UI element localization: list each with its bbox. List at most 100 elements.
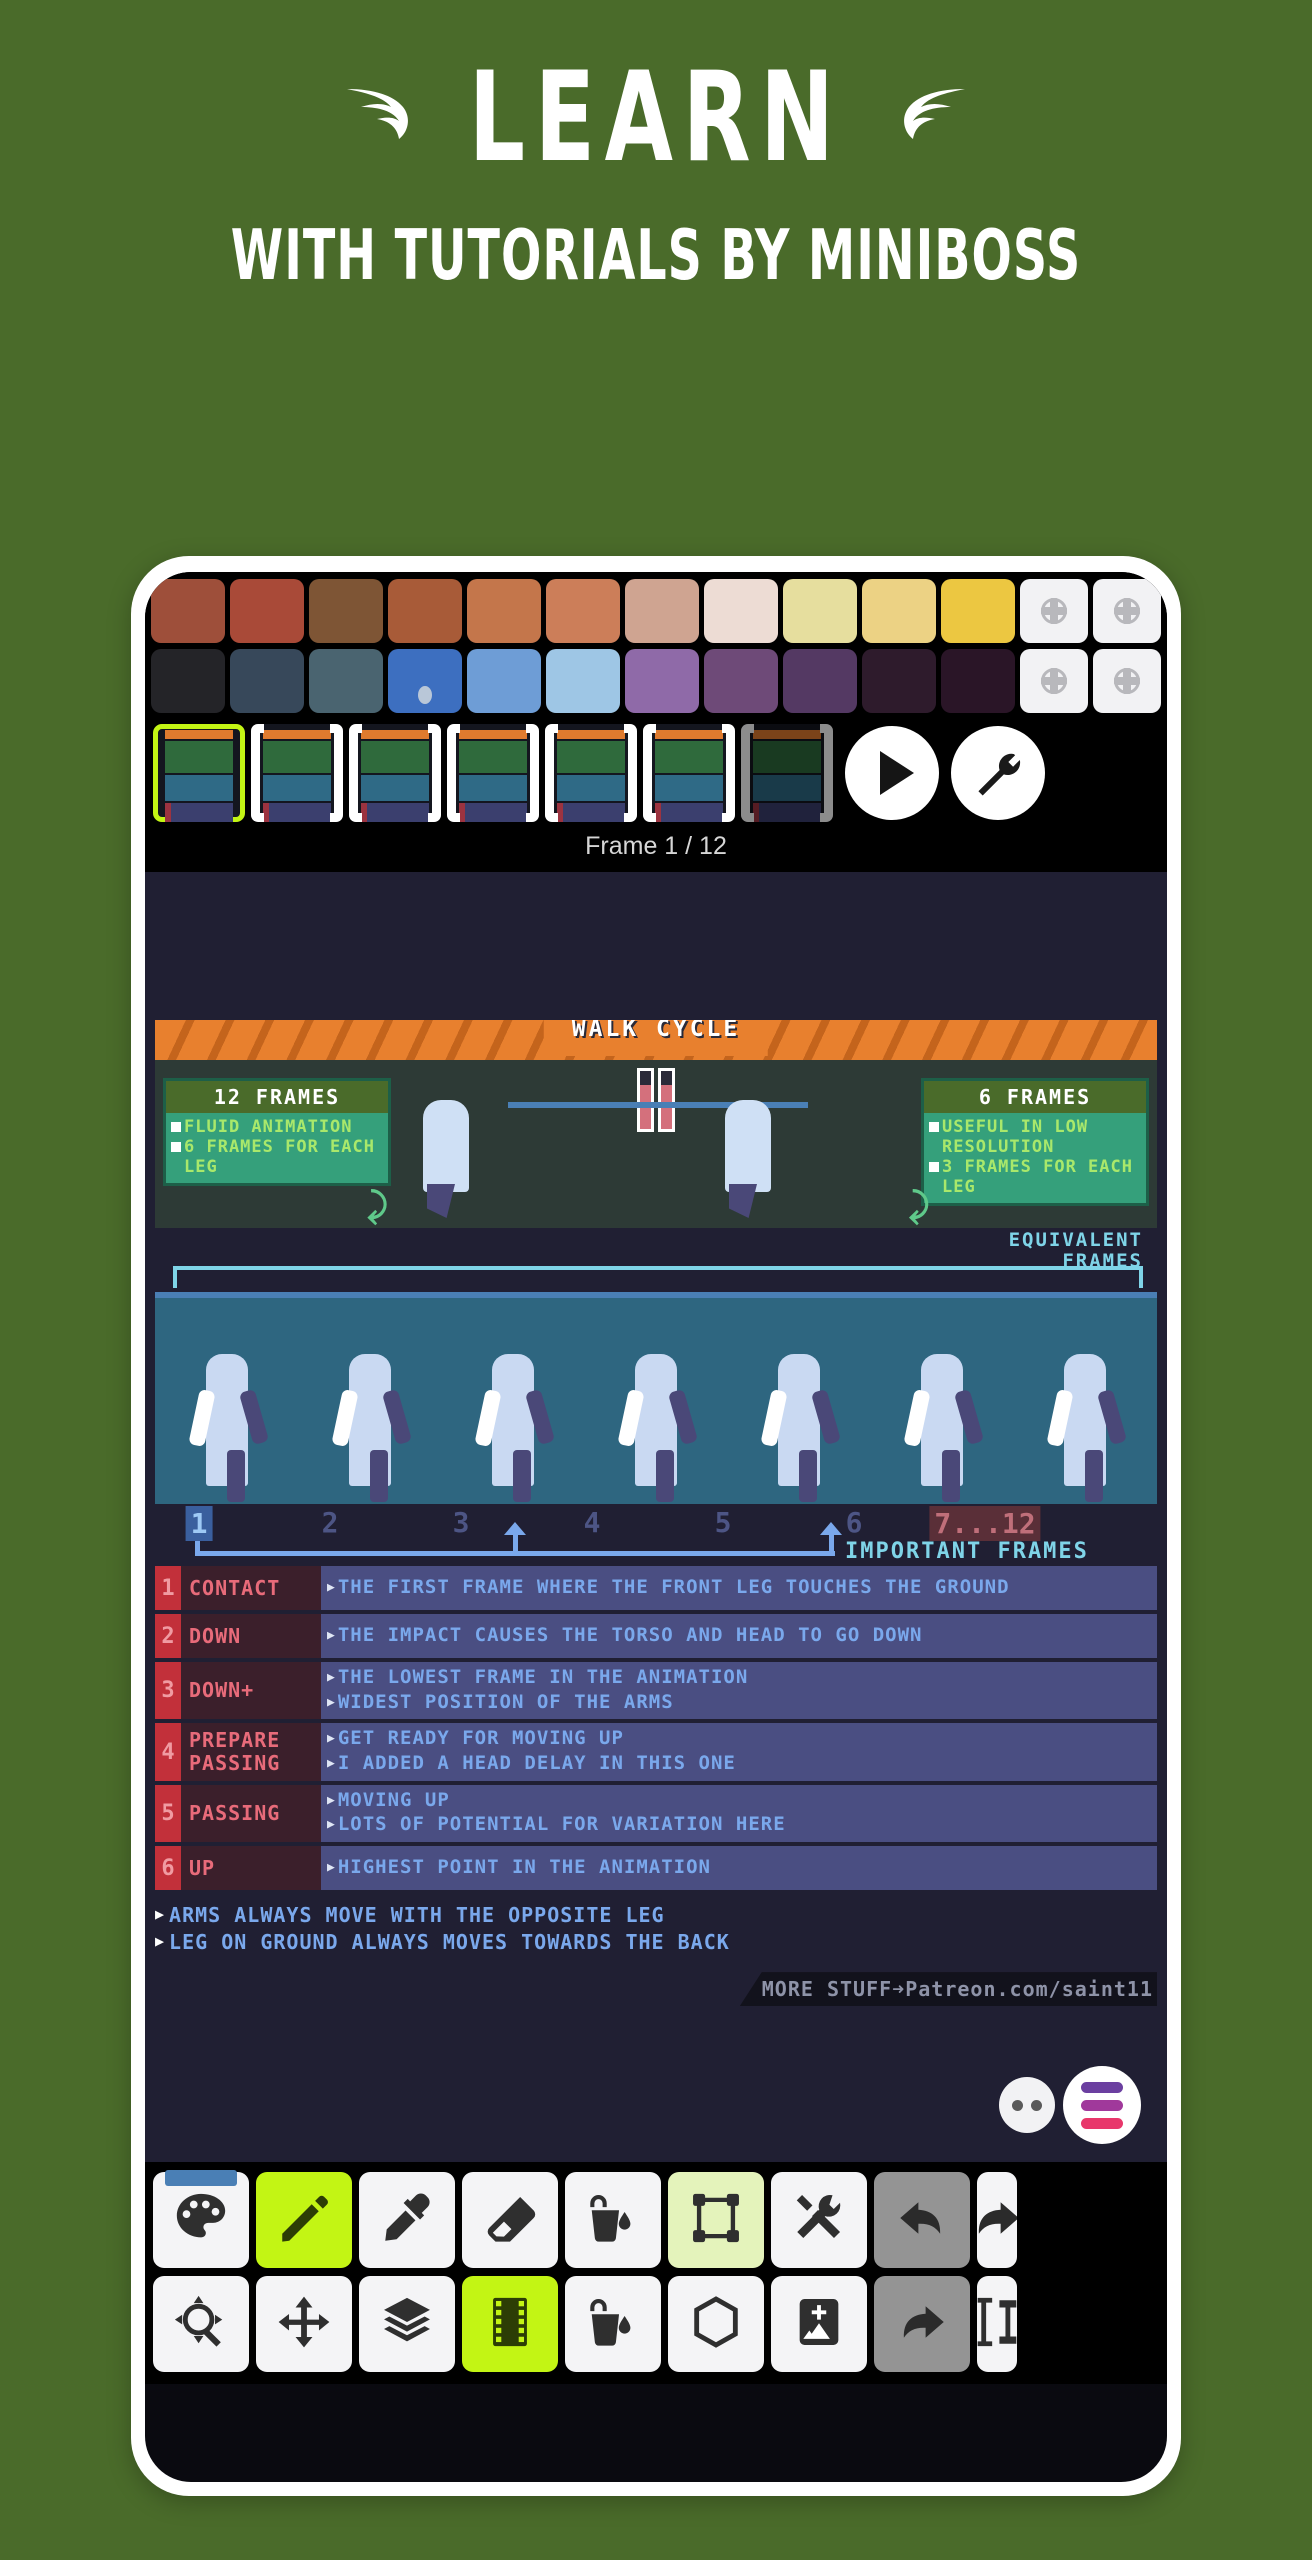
frame-number: 2 — [321, 1506, 339, 1539]
tool-bars — [145, 2162, 1167, 2384]
row-name-line: DOWN — [189, 1623, 242, 1648]
undo-button[interactable] — [874, 2172, 970, 2268]
row-name-line: UP — [189, 1855, 216, 1880]
color-swatch[interactable] — [309, 649, 383, 713]
color-swatch[interactable] — [230, 579, 304, 643]
paint-bucket-fill-icon — [584, 2293, 642, 2356]
color-swatch[interactable] — [467, 649, 541, 713]
two-dots-icon[interactable] — [999, 2077, 1055, 2133]
wrench-icon[interactable] — [951, 726, 1045, 820]
color-swatch[interactable] — [941, 579, 1015, 643]
move-tool[interactable] — [256, 2276, 352, 2372]
preview-band — [165, 775, 233, 801]
color-swatch[interactable] — [941, 649, 1015, 713]
frame-thumbnail[interactable] — [545, 724, 637, 822]
comparison-diagram: 12 FRAMES FLUID ANIMATION 6 FRAMES FOR E… — [155, 1060, 1157, 1228]
color-swatch[interactable] — [151, 649, 225, 713]
color-swatch[interactable] — [151, 579, 225, 643]
paint-bucket-icon — [584, 2189, 642, 2252]
pencil-tool[interactable] — [256, 2172, 352, 2268]
sprite-body — [205, 1354, 248, 1502]
row-description: ▶ THE LOWEST FRAME IN THE ANIMATION ▶ WIDES… — [321, 1662, 1157, 1720]
bullet-triangle-icon: ▶ — [155, 1905, 166, 1924]
dumbbell-part — [658, 1068, 675, 1132]
shape-tool[interactable] — [668, 2276, 764, 2372]
credit-row: MORE STUFF➜Patreon.com/saint11 — [155, 1966, 1157, 2007]
bullet-triangle-icon: ▶ — [327, 1817, 336, 1833]
color-swatch[interactable] — [625, 579, 699, 643]
redo-arrow-icon — [977, 2189, 1017, 2252]
color-swatch[interactable] — [467, 579, 541, 643]
layers-icon — [378, 2293, 436, 2356]
resize-tool-partial[interactable] — [977, 2276, 1017, 2372]
preview-band — [263, 730, 331, 739]
zoom-tool[interactable] — [153, 2276, 249, 2372]
drawing-canvas[interactable]: WALK CYCLE 12 FRAMES FLUID ANIMATION 6 F… — [145, 872, 1167, 2162]
info-box-12-frames: 12 FRAMES FLUID ANIMATION 6 FRAMES FOR E… — [163, 1078, 391, 1187]
bracket-right — [330, 724, 343, 822]
bullet-triangle-icon: ▶ — [327, 1859, 336, 1875]
sprite-body — [778, 1354, 821, 1502]
eyedropper-tool[interactable] — [359, 2172, 455, 2268]
frame-number: 7...12 — [929, 1506, 1041, 1541]
floating-action-buttons — [999, 2066, 1141, 2144]
color-indicator — [165, 2170, 237, 2186]
color-swatch[interactable] — [309, 579, 383, 643]
color-swatch[interactable] — [625, 649, 699, 713]
color-swatch[interactable] — [704, 649, 778, 713]
frame-thumbnail[interactable] — [643, 724, 735, 822]
sprite-leg — [942, 1450, 961, 1502]
row-desc-line: ▶ GET READY FOR MOVING UP — [327, 1727, 1151, 1752]
hamburger-menu-icon[interactable] — [1063, 2066, 1141, 2144]
fill-all-tool[interactable] — [565, 2276, 661, 2372]
color-swatch[interactable] — [783, 649, 857, 713]
select-transform-tool[interactable] — [668, 2172, 764, 2268]
redo-button[interactable] — [874, 2276, 970, 2372]
tools-tool[interactable] — [771, 2172, 867, 2268]
row-number: 3 — [155, 1662, 181, 1720]
row-desc-text: THE FIRST FRAME WHERE THE FRONT LEG TOUC… — [337, 1575, 1010, 1598]
animation-tool[interactable] — [462, 2276, 558, 2372]
table-row: 5 PASSING ▶ MOVING UP ▶ LOTS OF POTENTIAL FOR… — [155, 1784, 1157, 1843]
color-swatch[interactable] — [546, 579, 620, 643]
general-notes: ▶ ARMS ALWAYS MOVE WITH THE OPPOSITE LEG ▶… — [155, 1902, 1157, 1956]
add-color-icon[interactable] — [1093, 579, 1161, 643]
add-color-icon[interactable] — [1020, 579, 1088, 643]
color-swatch[interactable] — [388, 649, 462, 713]
layers-tool[interactable] — [359, 2276, 455, 2372]
frames-strip — [145, 718, 1167, 830]
color-swatch[interactable] — [546, 649, 620, 713]
row-name-line: PASSING — [189, 1800, 281, 1825]
play-icon[interactable] — [845, 726, 939, 820]
redo-button-partial[interactable] — [977, 2172, 1017, 2268]
row-desc-line: ▶ LOTS OF POTENTIAL FOR VARIATION HERE — [327, 1813, 1151, 1838]
bullet-triangle-icon: ▶ — [327, 1756, 336, 1772]
note-line: ▶ LEG ON GROUND ALWAYS MOVES TOWARDS THE … — [155, 1929, 1157, 1956]
add-image-tool[interactable] — [771, 2276, 867, 2372]
frame-thumbnail[interactable] — [251, 724, 343, 822]
add-color-icon[interactable] — [1093, 649, 1161, 713]
eraser-tool[interactable] — [462, 2172, 558, 2268]
color-swatch[interactable] — [862, 579, 936, 643]
frame-thumbnail[interactable] — [741, 724, 833, 822]
bucket-fill-tool[interactable] — [565, 2172, 661, 2268]
banner-title: WALK CYCLE — [571, 1020, 741, 1042]
color-swatch[interactable] — [704, 579, 778, 643]
frame-preview — [263, 730, 331, 822]
palette-tool[interactable] — [153, 2170, 249, 2268]
row-desc-text: GET READY FOR MOVING UP — [337, 1727, 624, 1750]
color-swatch[interactable] — [388, 579, 462, 643]
bracket-right — [624, 724, 637, 822]
frame-thumbnail[interactable] — [349, 724, 441, 822]
frame-thumbnail[interactable] — [447, 724, 539, 822]
table-row: 2 DOWN ▶ THE IMPACT CAUSES THE TORSO AND HE… — [155, 1614, 1157, 1658]
frame-thumbnail[interactable] — [153, 724, 245, 822]
preview-band — [165, 730, 233, 739]
color-swatch[interactable] — [862, 649, 936, 713]
row-desc-text: THE IMPACT CAUSES THE TORSO AND HEAD TO … — [337, 1623, 923, 1646]
palette-row-2 — [145, 646, 1167, 716]
add-color-icon[interactable] — [1020, 649, 1088, 713]
color-swatch[interactable] — [783, 579, 857, 643]
color-swatch[interactable] — [230, 649, 304, 713]
sprite-body — [634, 1354, 677, 1502]
